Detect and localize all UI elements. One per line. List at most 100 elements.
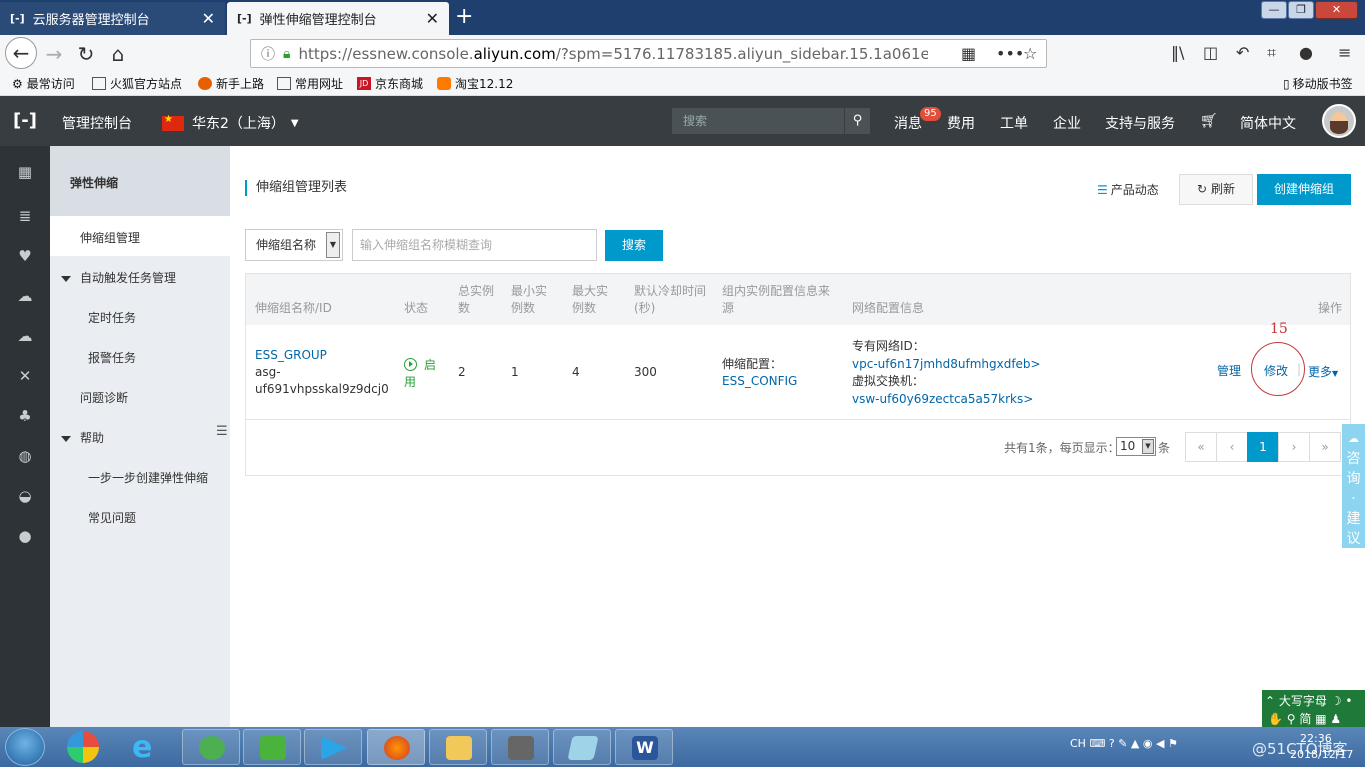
taskbar-explorer[interactable] bbox=[429, 729, 487, 765]
home-icon[interactable]: ⌂ bbox=[104, 40, 132, 68]
screenshot-icon[interactable]: ⌗ bbox=[1267, 43, 1276, 63]
cart-icon[interactable]: 🛒︎ bbox=[1200, 113, 1218, 129]
app-360-icon[interactable] bbox=[67, 731, 99, 763]
server-icon[interactable]: ≣ bbox=[17, 208, 33, 224]
sidebar-item-faq[interactable]: 常见问题 bbox=[88, 509, 136, 526]
chat-icon[interactable]: ● bbox=[1299, 43, 1313, 62]
header-link-support[interactable]: 支持与服务 bbox=[1105, 113, 1175, 133]
circle-icon[interactable]: ● bbox=[17, 528, 33, 544]
config-link[interactable]: ESS_CONFIG bbox=[722, 373, 797, 390]
new-tab-icon[interactable]: + bbox=[455, 4, 473, 29]
info-icon[interactable]: ⓘ bbox=[261, 44, 275, 64]
cloud-icon[interactable]: ☁ bbox=[17, 288, 33, 304]
sidebar-icon[interactable]: ◫ bbox=[1203, 43, 1218, 62]
manage-link[interactable]: 管理 bbox=[1217, 363, 1241, 380]
col-cooldown: 默认冷却时间 (秒) bbox=[634, 284, 707, 315]
cloud-upload-icon[interactable]: ☁ bbox=[17, 328, 33, 344]
taskbar-app[interactable] bbox=[304, 729, 362, 765]
pagination: « ‹ 1 › » bbox=[1185, 432, 1341, 462]
tab-ess-console[interactable]: [-] 弹性伸缩管理控制台 ✕ bbox=[227, 2, 449, 35]
library-icon[interactable]: ‖\ bbox=[1171, 43, 1184, 62]
region-selector[interactable]: 华东2（上海） ▼ bbox=[162, 113, 299, 133]
globe-icon[interactable]: ◍ bbox=[17, 448, 33, 464]
close-icon[interactable]: ✕ bbox=[202, 9, 215, 28]
bookmark-most-visited[interactable]: ⚙ 最常访问 bbox=[12, 75, 75, 92]
grid-icon[interactable]: ▦ bbox=[17, 164, 33, 180]
page-next[interactable]: › bbox=[1278, 432, 1310, 462]
system-tray[interactable]: CH ⌨ ? ✎ ▲ ◉ ◀ ⚑ bbox=[1070, 737, 1178, 750]
minimize-icon[interactable]: — bbox=[1261, 1, 1287, 19]
menu-icon[interactable]: ≡ bbox=[1338, 43, 1351, 62]
maximize-icon[interactable]: ❐ bbox=[1288, 1, 1314, 19]
header-link-tickets[interactable]: 工单 bbox=[1000, 113, 1028, 133]
bookmark-common-sites[interactable]: 常用网址 bbox=[277, 75, 343, 92]
filter-field-select[interactable]: 伸缩组名称 ▼ bbox=[245, 229, 343, 261]
create-group-button[interactable]: 创建伸缩组 bbox=[1257, 174, 1351, 205]
vpc-link[interactable]: vpc-uf6n17jmhd8ufmhgxdfeb> bbox=[852, 356, 1041, 374]
window-close-icon[interactable]: ✕ bbox=[1315, 1, 1358, 19]
taskbar-app[interactable] bbox=[243, 729, 301, 765]
sidebar-item-scheduled[interactable]: 定时任务 bbox=[88, 309, 136, 326]
taskbar-app[interactable] bbox=[491, 729, 549, 765]
page-last[interactable]: » bbox=[1309, 432, 1341, 462]
ie-icon[interactable]: e bbox=[132, 730, 152, 765]
filter-search-input[interactable]: 输入伸缩组名称模糊查询 bbox=[352, 229, 597, 261]
sidebar-item-help[interactable]: 帮助 bbox=[61, 429, 104, 446]
word-icon: W bbox=[632, 736, 658, 760]
taskbar-app[interactable] bbox=[553, 729, 611, 765]
avatar[interactable] bbox=[1322, 104, 1356, 138]
close-icon[interactable]: ✕ bbox=[426, 9, 439, 28]
url-text[interactable]: https://essnew.console.aliyun.com/?spm=5… bbox=[298, 45, 928, 63]
sidebar-item-auto-task[interactable]: 自动触发任务管理 bbox=[61, 269, 176, 286]
header-link-enterprise[interactable]: 企业 bbox=[1053, 113, 1081, 133]
header-messages[interactable]: 消息 bbox=[894, 113, 922, 133]
qr-code-icon[interactable]: ▦ bbox=[961, 44, 976, 63]
search-button[interactable]: 搜索 bbox=[605, 230, 663, 261]
sidebar-item-diagnosis[interactable]: 问题诊断 bbox=[80, 389, 128, 406]
header-search-input[interactable]: 搜索 bbox=[672, 108, 844, 134]
reload-icon[interactable]: ↻ bbox=[72, 40, 100, 68]
sidebar-collapse-icon[interactable]: ☰ bbox=[216, 424, 230, 448]
start-button[interactable] bbox=[5, 728, 45, 766]
tools-icon[interactable]: ✕ bbox=[17, 368, 33, 384]
col-network: 网络配置信息 bbox=[852, 301, 925, 315]
page-prev[interactable]: ‹ bbox=[1216, 432, 1248, 462]
taskbar-firefox[interactable] bbox=[367, 729, 425, 765]
feedback-tab[interactable]: ☁ 咨询 · 建议 bbox=[1342, 424, 1365, 548]
console-title[interactable]: 管理控制台 bbox=[62, 113, 132, 133]
refresh-button[interactable]: ↻ 刷新 bbox=[1179, 174, 1253, 205]
undo-icon[interactable]: ↶ bbox=[1236, 43, 1249, 62]
taskbar-word[interactable]: W bbox=[615, 729, 673, 765]
language-selector[interactable]: 简体中文 bbox=[1240, 113, 1296, 133]
page-current[interactable]: 1 bbox=[1247, 432, 1279, 462]
tab-ecs-console[interactable]: [-] 云服务器管理控制台 ✕ bbox=[0, 2, 225, 35]
group-name-link[interactable]: ESS_GROUP bbox=[255, 347, 389, 364]
sidebar-item-group-mgmt[interactable]: 伸缩组管理 bbox=[80, 229, 140, 246]
page-size-select[interactable]: 10 ▼ bbox=[1116, 437, 1156, 456]
shield-icon[interactable]: ♥ bbox=[17, 248, 33, 264]
sidebar-item-alarm[interactable]: 报警任务 bbox=[88, 349, 136, 366]
bookmark-taobao[interactable]: 淘宝12.12 bbox=[437, 75, 513, 92]
product-news-button[interactable]: ☰ 产品动态 bbox=[1097, 181, 1159, 198]
page-first[interactable]: « bbox=[1185, 432, 1217, 462]
grid-icon: ▦ bbox=[1315, 712, 1327, 726]
database-icon[interactable]: ◒ bbox=[17, 488, 33, 504]
aliyun-logo-icon[interactable]: [-] bbox=[13, 110, 37, 131]
sidebar-item-step-by-step[interactable]: 一步一步创建弹性伸缩 bbox=[88, 469, 208, 486]
bookmark-firefox-site[interactable]: 火狐官方站点 bbox=[92, 75, 182, 92]
star-icon[interactable]: ☆ bbox=[1023, 44, 1037, 63]
forward-arrow-icon[interactable]: → bbox=[40, 40, 68, 68]
back-arrow-icon[interactable]: ← bbox=[5, 37, 37, 69]
search-icon[interactable]: ⚲ bbox=[844, 108, 870, 134]
more-dropdown[interactable]: 更多▼ bbox=[1308, 364, 1338, 382]
bookmark-mobile[interactable]: ▯ 移动版书签 bbox=[1283, 75, 1353, 92]
more-icon[interactable]: ••• bbox=[996, 44, 1024, 63]
taskbar-app[interactable] bbox=[182, 729, 240, 765]
ime-toolbar[interactable]: ⌃ 大写字母 ☽ • ✋ ⚲ 简 ▦ ♟ bbox=[1262, 690, 1365, 727]
url-bar[interactable]: ⓘ 🔒︎ https://essnew.console.aliyun.com/?… bbox=[250, 39, 1047, 68]
header-link-fees[interactable]: 费用 bbox=[947, 113, 975, 133]
bookmark-jd[interactable]: JD 京东商城 bbox=[357, 75, 423, 92]
bookmark-getting-started[interactable]: 新手上路 bbox=[198, 75, 264, 92]
vswitch-link[interactable]: vsw-uf60y69zectca5a57krks> bbox=[852, 391, 1041, 409]
network-icon[interactable]: ♣ bbox=[17, 408, 33, 424]
